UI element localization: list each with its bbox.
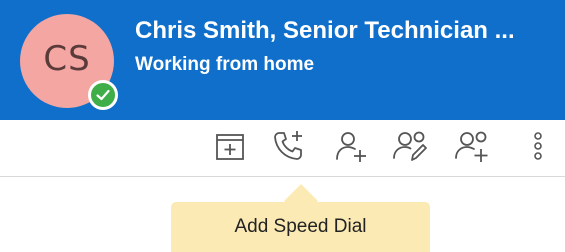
speed-dial-tooltip: Add Speed Dial: [171, 202, 430, 252]
add-speed-dial-button[interactable]: [266, 122, 310, 170]
calendar-add-icon: [216, 134, 244, 160]
group-add-icon: [455, 131, 488, 162]
more-options-button[interactable]: [518, 122, 558, 170]
phone-add-icon: [274, 131, 302, 160]
contact-status: Working from home: [135, 54, 315, 75]
edit-group-button[interactable]: [388, 122, 432, 170]
add-group-button[interactable]: [450, 122, 494, 170]
contact-name: Chris Smith, Senior Technician ...: [135, 17, 515, 44]
person-add-icon: [336, 132, 366, 162]
contact-header: CS Chris Smith, Senior Technician ... Wo…: [0, 0, 565, 120]
avatar-initials: CS: [43, 39, 91, 79]
group-edit-icon: [393, 131, 427, 161]
add-meeting-button[interactable]: [208, 122, 252, 170]
more-vertical-icon: [534, 132, 542, 160]
toolbar-divider: [0, 176, 565, 177]
add-contact-button[interactable]: [329, 122, 373, 170]
presence-available-icon: [88, 80, 118, 110]
